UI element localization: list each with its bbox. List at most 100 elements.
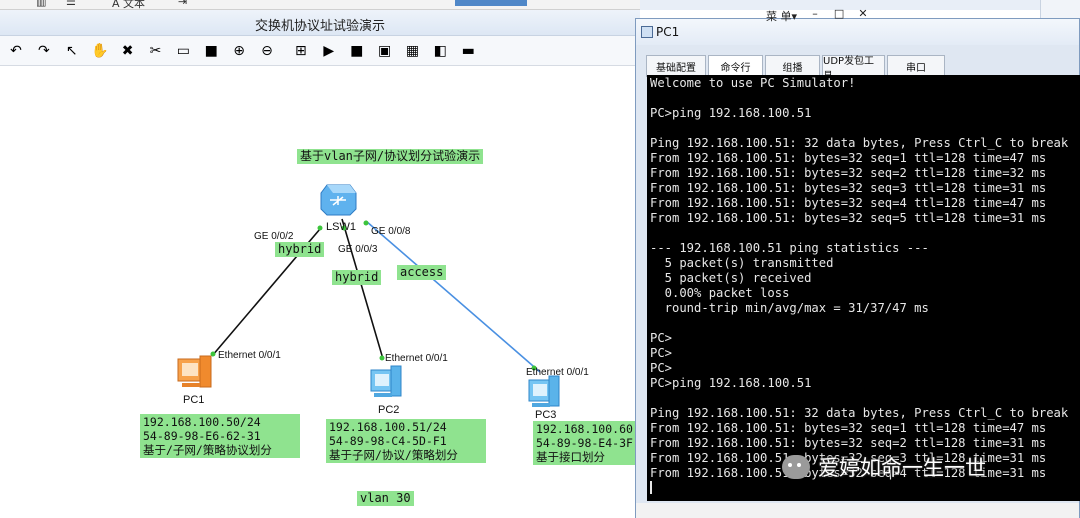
console-line: round-trip min/avg/max = 31/37/47 ms (650, 301, 929, 315)
console-line: --- 192.168.100.51 ping statistics --- (650, 241, 929, 255)
port-label-pc3-eth: Ethernet 0/0/1 (526, 367, 589, 378)
pc1-info-label[interactable]: 192.168.100.50/24 54-89-98-E6-62-31 基于/子… (140, 414, 300, 458)
pc-window-icon (641, 26, 653, 38)
window-controls: 菜 单▾ – □ ✕ (760, 6, 900, 24)
console-line: From 192.168.100.51: bytes=32 seq=5 ttl=… (650, 211, 1047, 225)
pc1-name: PC1 (183, 394, 205, 406)
topology-canvas[interactable]: 基于vlan子网/协议划分试验演示 LSW1 GE 0/0/2 GE 0/0/3… (0, 67, 636, 518)
delete-icon[interactable]: ✖ (117, 40, 139, 62)
console-line: 0.00% packet loss (650, 286, 790, 300)
close-icon[interactable]: ✕ (851, 6, 875, 22)
console-line: From 192.168.100.51: bytes=32 seq=3 ttl=… (650, 181, 1047, 195)
stop-all-icon[interactable]: ■ (346, 40, 368, 62)
pc3-ip: 192.168.100.60 (536, 422, 633, 436)
app-root: ▥ ☰ A 文本 ⇥ 交换机协议址试验演示 ↶ ↷ ↖ ✋ ✖ ✂ ▭ ■ ⊕ ⊖ ⊞ ▶ ■ ▣ ▦ ◧ ▬ (0, 0, 1080, 518)
console-line: 5 packet(s) transmitted (650, 256, 834, 270)
console-line: PC> (650, 331, 673, 345)
switch-name: LSW1 (326, 221, 356, 233)
table-icon[interactable]: ▥ (36, 0, 46, 8)
select-pointer-icon[interactable]: ↖ (61, 40, 83, 62)
ribbon-strip: ▥ ☰ A 文本 ⇥ (0, 0, 640, 10)
pc1-mac: 54-89-98-E6-62-31 (143, 429, 261, 443)
main-title-bar: 交换机协议址试验演示 (0, 10, 640, 36)
console-line: From 192.168.100.51: bytes=32 seq=1 ttl=… (650, 421, 1047, 435)
topology-title[interactable]: 基于vlan子网/协议划分试验演示 (297, 149, 484, 164)
link-pc3[interactable] (365, 220, 541, 373)
link-label-hybrid[interactable]: hybrid (275, 242, 325, 257)
minimize-icon[interactable]: – (803, 6, 827, 22)
port-label-ge003: GE 0/0/3 (338, 244, 378, 255)
port-dot (379, 355, 385, 361)
pc-icon[interactable] (177, 355, 212, 388)
switch-icon[interactable] (320, 184, 357, 216)
link-pc2[interactable] (341, 218, 384, 360)
console-line: Ping 192.168.100.51: 32 data bytes, Pres… (650, 136, 1069, 150)
zoom-out-icon[interactable]: ⊖ (256, 40, 278, 62)
pc1-window: PC1 基础配置命令行组播UDP发包工具串口 Welcome to use PC… (635, 18, 1080, 518)
topology-icon[interactable]: ◧ (429, 40, 451, 62)
pc1-status-bar (636, 503, 1079, 518)
rectangle-icon[interactable]: ■ (200, 40, 222, 62)
menu-button[interactable]: 菜 单▾ (760, 6, 803, 24)
console-line: From 192.168.100.51: bytes=32 seq=2 ttl=… (650, 166, 1047, 180)
console-line: From 192.168.100.51: bytes=32 seq=2 ttl=… (650, 436, 1047, 450)
text-note-icon[interactable]: ▭ (172, 40, 194, 62)
background-tab[interactable] (455, 0, 527, 6)
fit-view-icon[interactable]: ⊞ (290, 40, 312, 62)
capture-icon[interactable]: ▣ (374, 40, 396, 62)
wechat-icon (782, 455, 810, 479)
tab-2[interactable]: 组播 (765, 55, 820, 77)
text-cursor (650, 481, 652, 494)
console-cursor (650, 481, 1078, 496)
maximize-icon[interactable]: □ (827, 6, 851, 22)
console-line: Ping 192.168.100.51: 32 data bytes, Pres… (650, 406, 1069, 420)
pc2-note: 基于子网/协议/策略划分 (329, 448, 458, 462)
port-label-pc1-eth: Ethernet 0/0/1 (218, 350, 281, 361)
redo-icon[interactable]: ↷ (33, 40, 55, 62)
tab-3[interactable]: UDP发包工具 (822, 55, 885, 82)
console-icon[interactable]: ▬ (457, 40, 479, 62)
start-all-icon[interactable]: ▶ (318, 40, 340, 62)
pc-icon[interactable] (528, 375, 560, 407)
link-label-hybrid[interactable]: hybrid (332, 270, 382, 285)
pc3-name: PC3 (535, 409, 557, 421)
grid-icon[interactable]: ▦ (401, 40, 423, 62)
watermark-text: 爱婷如命一生一世 (818, 456, 986, 480)
pc3-note: 基于接口划分 (536, 450, 605, 464)
pan-hand-icon[interactable]: ✋ (89, 40, 111, 62)
console-line: From 192.168.100.51: bytes=32 seq=1 ttl=… (650, 151, 1047, 165)
pc3-info-label[interactable]: 192.168.100.60 54-89-98-E4-3F 基于接口划分 (533, 421, 636, 465)
port-dot (317, 225, 323, 231)
pc2-mac: 54-89-98-C4-5D-F1 (329, 434, 447, 448)
console-line: PC>ping 192.168.100.51 (650, 106, 812, 120)
toolbar: ↶ ↷ ↖ ✋ ✖ ✂ ▭ ■ ⊕ ⊖ ⊞ ▶ ■ ▣ ▦ ◧ ▬ (0, 36, 640, 66)
align-icon[interactable]: ⇥ (178, 0, 187, 8)
tab-1[interactable]: 命令行 (708, 55, 763, 77)
delete-connection-icon[interactable]: ✂ (144, 40, 166, 62)
zoom-in-icon[interactable]: ⊕ (228, 40, 250, 62)
undo-icon[interactable]: ↶ (5, 40, 27, 62)
console-line: PC>ping 192.168.100.51 (650, 376, 812, 390)
console-line: 5 packet(s) received (650, 271, 812, 285)
watermark: 爱婷如命一生一世 (782, 452, 986, 482)
pc-icon[interactable] (370, 365, 402, 397)
tab-4[interactable]: 串口 (887, 55, 945, 77)
port-label-ge008: GE 0/0/8 (371, 226, 411, 237)
pc1-tab-bar: 基础配置命令行组播UDP发包工具串口 (646, 55, 947, 82)
list-icon[interactable]: ☰ (66, 0, 76, 8)
link-label-access[interactable]: access (397, 265, 447, 280)
console-line: From 192.168.100.51: bytes=32 seq=4 ttl=… (650, 196, 1047, 210)
console-line: PC> (650, 346, 673, 360)
port-label-ge002: GE 0/0/2 (254, 231, 294, 242)
command-console[interactable]: Welcome to use PC Simulator! PC>ping 192.… (647, 75, 1080, 501)
vlan-label[interactable]: vlan 30 (357, 491, 414, 506)
pc2-info-label[interactable]: 192.168.100.51/24 54-89-98-C4-5D-F1 基于子网… (326, 419, 486, 463)
pc3-mac: 54-89-98-E4-3F (536, 436, 633, 450)
tab-0[interactable]: 基础配置 (646, 55, 706, 77)
port-dot (363, 220, 369, 226)
